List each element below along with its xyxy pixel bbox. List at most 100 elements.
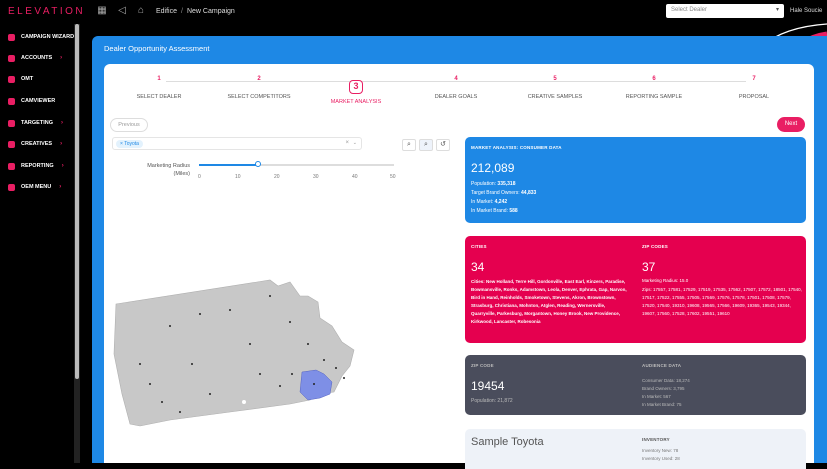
zoom-icon[interactable]: ⌕ — [419, 139, 433, 151]
slider-fill — [199, 164, 258, 166]
step-number: 5 — [553, 76, 557, 82]
zip-population: Population: 21,872 — [471, 398, 513, 404]
breadcrumb-item: New Campaign — [186, 8, 235, 15]
omt-icon — [8, 75, 15, 83]
sidebar-item-label: OMT — [21, 76, 34, 82]
wizard-icon — [8, 33, 15, 41]
page-title: Dealer Opportunity Assessment — [104, 44, 210, 53]
sidebar-scrollbar[interactable] — [74, 24, 80, 463]
audience-line: In Market: 567 — [642, 394, 671, 399]
previous-button[interactable]: Previous — [110, 118, 148, 132]
sidebar-item-accounts[interactable]: ACCOUNTS › — [8, 51, 62, 65]
chevron-down-icon[interactable]: ⌄ — [353, 140, 357, 146]
stat-key: In Market: — [471, 199, 494, 205]
step-number: 7 — [752, 76, 756, 82]
reset-icon[interactable]: ↺ — [436, 139, 450, 151]
stat-key: Population: — [471, 181, 497, 187]
slider-handle[interactable] — [254, 161, 261, 167]
sidebar-item-label: CAMPAIGN WIZARD — [21, 34, 75, 40]
chevron-right-icon: › — [61, 163, 64, 169]
consumer-line: Population: 335,318 — [471, 180, 516, 188]
step-5[interactable]: 5 CREATIVE SAMPLES — [505, 76, 605, 100]
step-7[interactable]: 7 PROPOSAL — [704, 76, 804, 100]
inventory-line: Inventory Used: 28 — [642, 456, 680, 461]
dealer-select[interactable]: Select Dealer ▾ — [666, 4, 784, 18]
dealer-select-placeholder: Select Dealer — [671, 7, 708, 13]
clear-icon[interactable]: × — [345, 140, 349, 146]
consumer-data-card: MARKET ANALYSIS: CONSUMER DATA 212,089 P… — [465, 137, 806, 223]
zips-list: Zips: 17557, 17581, 17529, 17519, 17535,… — [642, 287, 802, 316]
step-label: REPORTING SAMPLE — [625, 94, 683, 100]
breadcrumb: Edifice / New Campaign — [156, 8, 235, 15]
next-button[interactable]: Next — [777, 117, 805, 132]
inventory-line: Inventory New: 78 — [642, 448, 679, 453]
card-header: ZIP CODE — [471, 363, 494, 368]
consumer-line: In Market Brand: 588 — [471, 207, 518, 215]
card-header: INVENTORY — [642, 437, 670, 442]
dealer-name: Sample Toyota — [471, 436, 544, 448]
grid-icon[interactable]: ▦ — [96, 5, 108, 17]
step-1[interactable]: 1 SELECT DEALER — [109, 76, 209, 100]
app-logo[interactable]: ELEVATION — [8, 6, 85, 17]
reporting-icon — [8, 162, 15, 170]
sidebar-item-camviewer[interactable]: CAMVIEWER — [8, 94, 55, 108]
step-label: PROPOSAL — [738, 94, 770, 100]
sidebar-item-targeting[interactable]: TARGETING › — [8, 116, 63, 130]
cities-count: 34 — [471, 260, 485, 274]
step-3[interactable]: 3 MARKET ANALYSIS — [306, 76, 406, 105]
step-number: 4 — [454, 76, 458, 82]
zip-value: 19454 — [471, 379, 505, 393]
step-6[interactable]: 6 REPORTING SAMPLE — [604, 76, 704, 100]
sidebar-item-omt[interactable]: OMT — [8, 72, 33, 86]
zip-detail-card: ZIP CODE 19454 Population: 21,872 AUDIEN… — [465, 355, 806, 415]
wizard-card: 1 SELECT DEALER 2 SELECT COMPETITORS 3 MARK… — [104, 64, 814, 469]
breadcrumb-item[interactable]: Edifice — [156, 8, 177, 15]
sidebar-item-label: CAMVIEWER — [21, 98, 56, 104]
slider-tick: 0 — [198, 174, 201, 180]
chevron-right-icon: › — [60, 55, 63, 61]
slider-tick: 50 — [390, 174, 396, 180]
audience-line: In Market Brand: 75 — [642, 402, 682, 407]
card-header: AUDIENCE DATA — [642, 363, 682, 368]
camviewer-icon — [8, 97, 15, 105]
search-icon[interactable]: ⌕ — [402, 139, 416, 151]
sidebar-item-label: ACCOUNTS — [21, 55, 53, 61]
market-map[interactable] — [110, 274, 360, 434]
audience-line: Brand Owners: 3,795 — [642, 386, 685, 391]
user-name[interactable]: Hale Soucie — [790, 8, 822, 14]
sidebar-item-campaign-wizard[interactable]: CAMPAIGN WIZARD — [8, 30, 74, 44]
card-header: ZIP CODES — [642, 244, 668, 249]
stat-value: 588 — [509, 208, 518, 214]
step-label: DEALER GOALS — [434, 94, 478, 100]
accounts-icon — [8, 54, 15, 62]
step-label: SELECT DEALER — [136, 94, 182, 100]
stat-value: 4,242 — [494, 199, 508, 205]
step-4[interactable]: 4 DEALER GOALS — [406, 76, 506, 100]
targeting-icon — [8, 119, 15, 127]
brand-chip[interactable]: × Toyota — [116, 140, 143, 148]
sidebar-item-oem-menu[interactable]: OEM MENU › — [8, 180, 61, 194]
step-label: MARKET ANALYSIS — [330, 99, 382, 105]
slider-tick: 20 — [274, 174, 280, 180]
home-icon[interactable]: ⌂ — [135, 5, 147, 17]
brand-filter[interactable]: × Toyota × ⌄ — [112, 137, 362, 150]
step-number: 6 — [652, 76, 656, 82]
step-number-active: 3 — [349, 80, 363, 94]
chevron-right-icon: › — [59, 184, 62, 190]
audience-line: Consumer Data: 18,274 — [642, 378, 690, 383]
brand-chip-label: Toyota — [124, 141, 139, 147]
chevron-right-icon: › — [60, 120, 63, 126]
consumer-line: In Market: 4,242 — [471, 198, 507, 206]
sidebar-item-reporting[interactable]: REPORTING › — [8, 159, 64, 173]
step-2[interactable]: 2 SELECT COMPETITORS — [209, 76, 309, 100]
sidebar-item-label: REPORTING — [21, 163, 54, 169]
sidebar-item-label: CREATIVES — [21, 141, 53, 147]
radius-slider[interactable] — [199, 161, 394, 167]
chevron-right-icon: › — [60, 141, 63, 147]
consumer-line: Target Brand Owners: 44,833 — [471, 189, 536, 197]
sidebar-item-label: OEM MENU — [21, 184, 52, 190]
sidebar-item-creatives[interactable]: CREATIVES › — [8, 137, 62, 151]
slider-tick: 40 — [352, 174, 358, 180]
scrollbar-thumb[interactable] — [75, 24, 79, 379]
back-icon[interactable]: ◁ — [116, 5, 128, 17]
